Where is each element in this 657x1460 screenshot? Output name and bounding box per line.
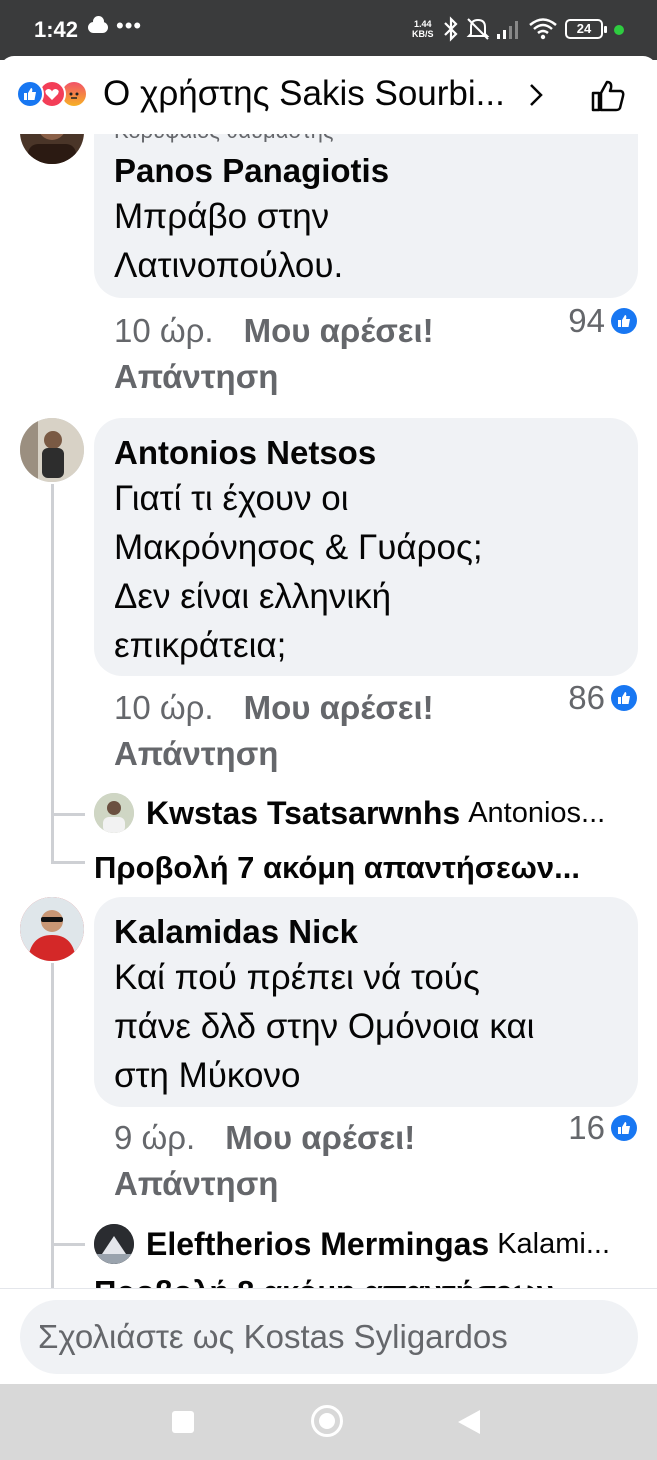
thread-connector [51, 774, 85, 816]
avatar[interactable] [20, 418, 84, 482]
comment-composer [0, 1288, 657, 1384]
comment-text-line: Λατινοπούλου. [114, 246, 344, 285]
comment-text-line: στη Μύκονο [114, 1056, 301, 1095]
like-count-value: 94 [568, 302, 605, 339]
avatar[interactable] [20, 134, 84, 164]
comment-text-line: πάνε δλδ στην Ομόνοια και [114, 1007, 535, 1046]
top-fan-badge: Κορυφαίος θαυμαστής [114, 134, 618, 146]
comment-bubble[interactable]: Antonios Netsos Γιατί τι έχουν οι Μακρόν… [94, 418, 638, 676]
like-count[interactable]: 94 [568, 302, 637, 340]
like-count[interactable]: 16 [568, 1109, 637, 1147]
thread-connector [51, 1204, 85, 1246]
like-button[interactable]: Μου αρέσει! [244, 689, 434, 726]
chevron-right-icon[interactable] [527, 82, 545, 108]
like-icon [611, 1115, 637, 1141]
reply-button[interactable]: Απάντηση [114, 1161, 534, 1207]
wifi-icon [529, 18, 557, 40]
comment-author[interactable]: Kalamidas Nick [114, 911, 618, 953]
network-speed: 1.44 KB/S [412, 19, 434, 39]
system-nav-bar [0, 1384, 657, 1460]
avatar[interactable] [94, 1224, 134, 1264]
home-icon[interactable] [311, 1405, 343, 1437]
reply-button[interactable]: Απάντηση [114, 354, 534, 400]
comment-bubble[interactable]: Κορυφαίος θαυμαστής Panos Panagiotis Μπρ… [94, 134, 638, 298]
reply-preview[interactable]: Kwstas Tsatsarwnhs Antonios... [94, 793, 618, 833]
view-more-replies-link[interactable]: Προβολή 8 ακόμη απαντήσεων [94, 1274, 554, 1288]
comment-author[interactable]: Antonios Netsos [114, 432, 618, 474]
bluetooth-icon [444, 16, 458, 42]
like-icon [611, 685, 637, 711]
comment-text-line: Μακρόνησος & Γυάρος; [114, 528, 483, 567]
like-count-value: 16 [568, 1109, 605, 1146]
comment-time[interactable]: 10 ώρ. [114, 689, 214, 726]
reply-text-preview: Kalami... [497, 1227, 611, 1260]
like-count-value: 86 [568, 679, 605, 716]
battery-icon: 24 [565, 19, 607, 39]
avatar[interactable] [94, 793, 134, 833]
like-button[interactable]: Μου αρέσει! [225, 1119, 415, 1156]
reply-button[interactable]: Απάντηση [114, 731, 534, 777]
comment-time[interactable]: 10 ώρ. [114, 312, 214, 349]
post-title[interactable]: Ο χρήστης Sakis Sourbi... [103, 74, 523, 114]
like-icon [16, 80, 44, 108]
more-notifications-icon: ••• [116, 13, 143, 38]
reply-author[interactable]: Kwstas Tsatsarwnhs [146, 795, 460, 832]
network-speed-unit: KB/S [412, 29, 434, 39]
comment-time[interactable]: 9 ώρ. [114, 1119, 195, 1156]
comment-actions: 9 ώρ. Μου αρέσει! Απάντηση [114, 1115, 534, 1207]
reply-author[interactable]: Eleftherios Mermingas [146, 1226, 489, 1263]
view-more-replies-link[interactable]: Προβολή 7 ακόμη απαντήσεων... [94, 850, 580, 886]
comment-actions: 10 ώρ. Μου αρέσει! Απάντηση [114, 308, 534, 400]
comment-text-line: Καί πού πρέπει νά τούς [114, 958, 480, 997]
comment-text-line: Γιατί τι έχουν οι [114, 479, 349, 518]
comment-text-line: Δεν είναι ελληνική [114, 577, 392, 616]
back-icon[interactable] [458, 1410, 480, 1434]
recents-icon[interactable] [172, 1411, 194, 1433]
privacy-indicator-icon [614, 25, 624, 35]
signal-icon [497, 21, 518, 39]
comment-author[interactable]: Panos Panagiotis [114, 150, 618, 192]
status-bar: 1:42 ••• 1.44 KB/S 24 [0, 0, 657, 60]
comment-actions: 10 ώρ. Μου αρέσει! Απάντηση [114, 685, 534, 777]
thread-connector [51, 834, 85, 864]
reply-text-preview: Antonios... [468, 796, 606, 829]
like-button[interactable]: Μου αρέσει! [244, 312, 434, 349]
comment-text-line: Μπράβο στην [114, 197, 330, 236]
comments-list[interactable]: Κορυφαίος θαυμαστής Panos Panagiotis Μπρ… [0, 134, 657, 1288]
reaction-summary[interactable] [16, 80, 98, 110]
status-time: 1:42 [34, 17, 79, 42]
post-header[interactable]: Ο χρήστης Sakis Sourbi... [0, 56, 657, 134]
network-speed-value: 1.44 [413, 19, 432, 29]
like-icon [611, 308, 637, 334]
silent-bell-icon [466, 18, 490, 40]
comment-input[interactable] [20, 1300, 638, 1374]
reply-preview[interactable]: Eleftherios Mermingas Kalami... [94, 1224, 615, 1264]
comment-text-line: επικράτεια; [114, 626, 287, 665]
like-count[interactable]: 86 [568, 679, 637, 717]
cloud-icon [88, 16, 108, 33]
comment-bubble[interactable]: Kalamidas Nick Καί πού πρέπει νά τούς πά… [94, 897, 638, 1107]
thumbs-up-outline-icon[interactable] [590, 78, 626, 114]
avatar[interactable] [20, 897, 84, 961]
